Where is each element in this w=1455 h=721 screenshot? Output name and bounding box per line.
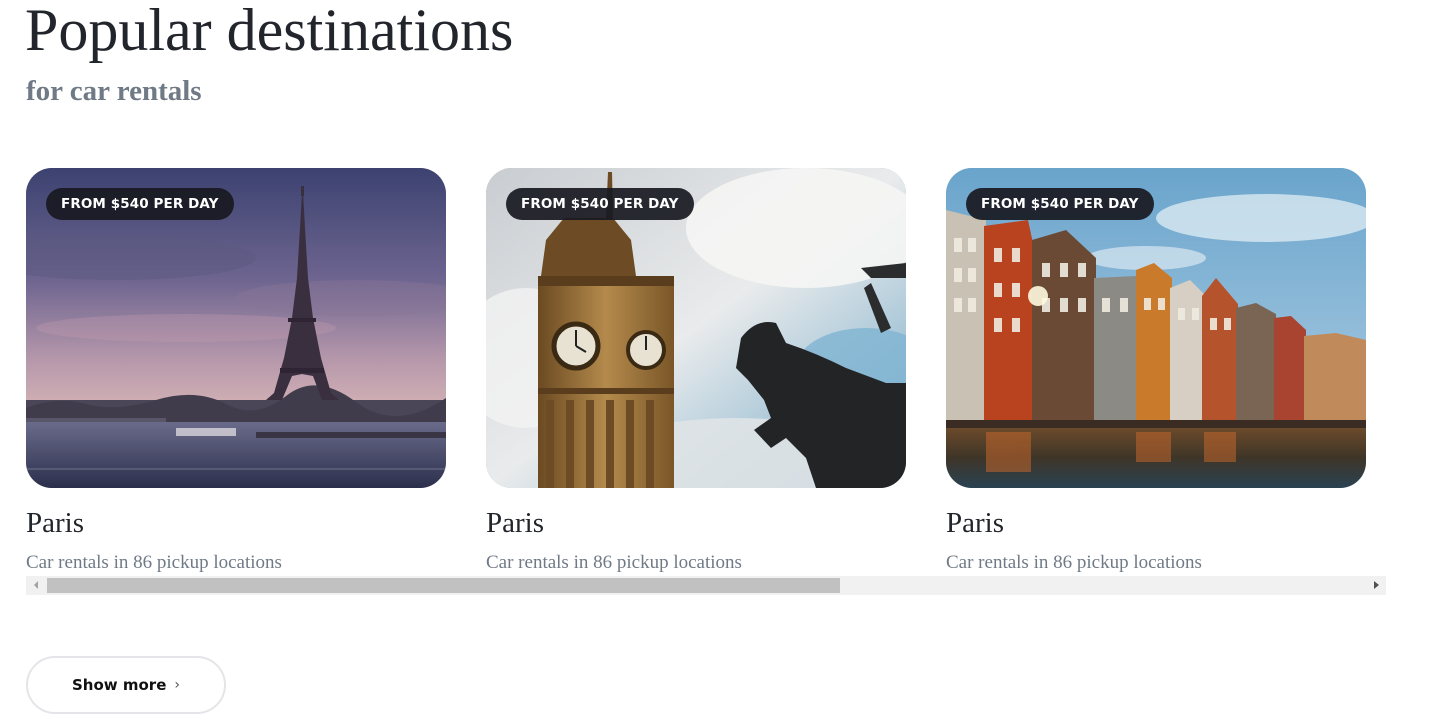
destinations-carousel[interactable]: FROM $540 PER DAY Paris Car rentals in 8… xyxy=(26,168,1386,576)
destination-card[interactable]: FROM $540 PER DAY Paris Car rentals in 8… xyxy=(946,168,1366,576)
show-more-button[interactable]: Show more › xyxy=(26,656,226,714)
destination-card[interactable]: FROM $540 PER DAY Paris Car rentals in 8… xyxy=(486,168,906,576)
page-subtitle: for car rentals xyxy=(26,75,202,107)
card-locations-text: Car rentals in 86 pickup locations xyxy=(26,552,282,573)
big-ben-photo[interactable]: FROM $540 PER DAY xyxy=(486,168,906,488)
scroll-left-arrow-icon[interactable] xyxy=(26,576,45,595)
card-locations-text: Car rentals in 86 pickup locations xyxy=(946,552,1202,573)
chevron-right-icon: › xyxy=(174,677,180,693)
price-badge: FROM $540 PER DAY xyxy=(966,188,1154,220)
page-title: Popular destinations xyxy=(25,0,514,63)
card-city-name[interactable]: Paris xyxy=(26,505,84,541)
scroll-right-arrow-icon[interactable] xyxy=(1367,576,1386,595)
price-badge: FROM $540 PER DAY xyxy=(46,188,234,220)
eiffel-tower-photo[interactable]: FROM $540 PER DAY xyxy=(26,168,446,488)
destination-card[interactable]: FROM $540 PER DAY Paris Car rentals in 8… xyxy=(26,168,446,576)
price-badge: FROM $540 PER DAY xyxy=(506,188,694,220)
card-locations-text: Car rentals in 86 pickup locations xyxy=(486,552,742,573)
card-city-name[interactable]: Paris xyxy=(946,505,1004,541)
canal-houses-photo[interactable]: FROM $540 PER DAY xyxy=(946,168,1366,488)
card-city-name[interactable]: Paris xyxy=(486,505,544,541)
carousel-horizontal-scrollbar[interactable] xyxy=(26,576,1386,595)
show-more-label: Show more xyxy=(72,676,167,694)
scrollbar-thumb[interactable] xyxy=(47,578,840,593)
destinations-track: FROM $540 PER DAY Paris Car rentals in 8… xyxy=(26,168,1386,576)
